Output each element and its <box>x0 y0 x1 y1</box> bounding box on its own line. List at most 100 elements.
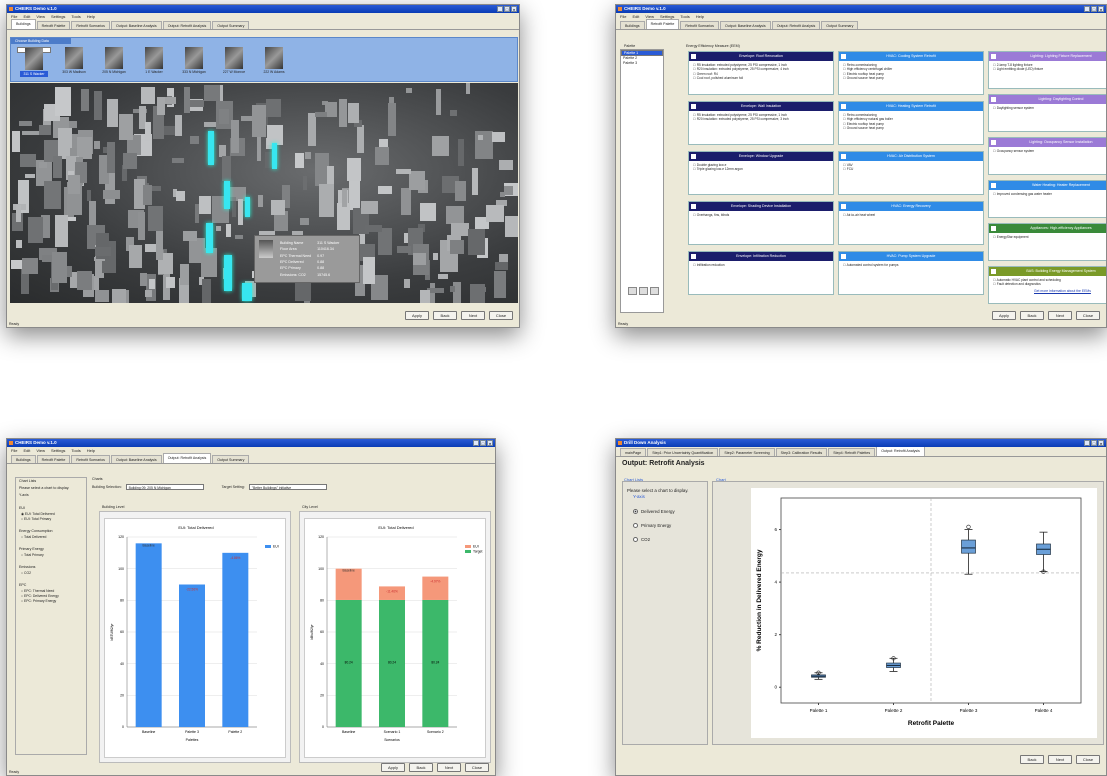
tab[interactable]: Retrofit Palette <box>645 19 680 29</box>
menu-item[interactable]: Settings <box>51 447 65 454</box>
minimize-icon[interactable]: _ <box>1084 6 1090 12</box>
button[interactable]: Apply <box>381 763 405 772</box>
radio-option[interactable]: ○ Total Primary <box>16 553 86 558</box>
tab[interactable]: Step3: Calibration Results <box>775 448 828 456</box>
button[interactable]: Back <box>433 311 457 320</box>
eem-item[interactable]: ☐ R20 insulation: extruded polystyrene, … <box>693 117 829 121</box>
button[interactable]: Close <box>1076 755 1100 764</box>
tab[interactable]: Output Summary <box>212 21 250 29</box>
copy-palette-button[interactable] <box>639 287 648 295</box>
eem-item[interactable]: ☐ Occupancy sensor system <box>993 149 1106 153</box>
tab[interactable]: mainPage <box>620 448 647 456</box>
tab[interactable]: Retrofit Scenarios <box>680 21 719 29</box>
radio-option[interactable]: Primary Energy <box>633 523 707 528</box>
tab[interactable]: Retrofit Scenarios <box>71 455 110 463</box>
highlighted-building[interactable] <box>242 283 252 301</box>
eem-item[interactable]: ☐ EnergyStar equipment <box>993 235 1106 239</box>
building-thumb[interactable]: 303 W Madison <box>57 47 91 74</box>
eem-item[interactable]: ☐ Light emitting diode (LED) fixture <box>993 67 1106 71</box>
eem-item[interactable]: ☐ Fault detection and diagnostics <box>993 282 1106 286</box>
tab[interactable]: Output: Retrofit Analysis <box>162 21 212 29</box>
radio-icon[interactable] <box>633 509 638 514</box>
tab[interactable]: Step1: Prior Uncertainty Quantification <box>647 448 719 456</box>
button[interactable]: Next <box>437 763 461 772</box>
menu-item[interactable]: View <box>36 447 45 454</box>
building-thumb[interactable]: 311 S Wacker <box>17 47 51 77</box>
building-thumb[interactable]: 222 W Adams <box>257 47 291 74</box>
menu-item[interactable]: Settings <box>51 13 65 20</box>
highlighted-building[interactable] <box>208 131 214 165</box>
target-select[interactable]: "Better Buildings" initiative <box>248 484 327 490</box>
eem-item[interactable]: ☐ Infiltration reduction <box>693 263 829 267</box>
tab[interactable]: Buildings <box>11 19 36 29</box>
menu-item[interactable]: Help <box>87 13 95 20</box>
building-thumb[interactable]: 227 W Monroe <box>217 47 251 74</box>
tab[interactable]: Step4: Retrofit Palettes <box>828 448 876 456</box>
highlighted-building[interactable] <box>224 181 230 209</box>
tab[interactable]: Output: Retrofit Analysis <box>162 453 212 463</box>
tab[interactable]: Output: Retrofit Analysis <box>876 446 925 456</box>
tab[interactable]: Retrofit Palette <box>36 455 71 463</box>
highlighted-building[interactable] <box>224 255 232 291</box>
tab[interactable]: Output: Baseline Analysis <box>110 21 162 29</box>
maximize-icon[interactable]: □ <box>480 440 486 446</box>
eem-item[interactable]: ☐ FCU <box>843 167 979 171</box>
button[interactable]: Next <box>1048 311 1072 320</box>
tab[interactable]: Output: Baseline Analysis <box>110 455 162 463</box>
radio-option[interactable]: CO2 <box>633 537 707 542</box>
tab[interactable]: Buildings <box>620 21 645 29</box>
radio-icon[interactable] <box>633 523 638 528</box>
close-icon[interactable]: × <box>1098 440 1104 446</box>
menu-item[interactable]: Tools <box>71 13 80 20</box>
close-icon[interactable]: × <box>511 6 517 12</box>
menu-item[interactable]: Edit <box>632 13 639 20</box>
eem-item[interactable]: ☐ Cool roof, polished aluminum foil <box>693 76 829 80</box>
building-thumb[interactable]: 333 N Michigan <box>177 47 211 74</box>
maximize-icon[interactable]: □ <box>1091 6 1097 12</box>
menu-item[interactable]: Tools <box>71 447 80 454</box>
close-icon[interactable]: × <box>487 440 493 446</box>
eem-item[interactable]: ☐ Triple glazing low-e 12mm argon <box>693 167 829 171</box>
add-palette-button[interactable] <box>628 287 637 295</box>
radio-option[interactable]: ○ EPC: Primary Energy <box>16 599 86 604</box>
delete-palette-button[interactable] <box>650 287 659 295</box>
menu-item[interactable]: Help <box>696 13 704 20</box>
palette-item[interactable]: Palette 3 <box>621 61 663 66</box>
button[interactable]: Next <box>461 311 485 320</box>
eem-item[interactable]: ☐ Overhangs, fins, blinds <box>693 213 829 217</box>
button[interactable]: Close <box>489 311 513 320</box>
tab[interactable]: Output Summary <box>212 455 250 463</box>
tab[interactable]: Retrofit Palette <box>36 21 71 29</box>
radio-option[interactable]: ○ Total Delivered <box>16 535 86 540</box>
button[interactable]: Back <box>409 763 433 772</box>
highlighted-building[interactable] <box>245 197 250 217</box>
building-thumb[interactable]: 205 N Michigan <box>97 47 131 74</box>
radio-option[interactable]: ○ CO2 <box>16 571 86 576</box>
button[interactable]: Back <box>1020 755 1044 764</box>
menu-item[interactable]: Help <box>87 447 95 454</box>
menu-item[interactable]: Tools <box>680 13 689 20</box>
menu-item[interactable]: File <box>620 13 626 20</box>
tab[interactable]: Output: Baseline Analysis <box>719 21 771 29</box>
button[interactable]: Apply <box>405 311 429 320</box>
eem-item[interactable]: ☐ Daylighting sensor system <box>993 106 1106 110</box>
eem-info-link[interactable]: Get more information about the EEMs <box>1034 289 1091 293</box>
building-thumb[interactable]: 1 E Wacker <box>137 47 171 74</box>
tab[interactable]: Output Summary <box>821 21 859 29</box>
eem-item[interactable]: ☐ Ground source heat pump <box>843 76 979 80</box>
menu-item[interactable]: Edit <box>23 447 30 454</box>
tab[interactable]: Buildings <box>11 455 36 463</box>
maximize-icon[interactable]: □ <box>1091 440 1097 446</box>
building-select[interactable]: Building 09: 205 N Michigan <box>125 484 204 490</box>
radio-icon[interactable] <box>633 537 638 542</box>
button[interactable]: Back <box>1020 311 1044 320</box>
button[interactable]: Close <box>1076 311 1100 320</box>
maximize-icon[interactable]: □ <box>504 6 510 12</box>
button[interactable]: Next <box>1048 755 1072 764</box>
eem-item[interactable]: ☐ Improved condensing gas water heater <box>993 192 1106 196</box>
radio-option[interactable]: ○ EUI: Total Primary <box>16 517 86 522</box>
tab[interactable]: Step2: Parameter Screening <box>719 448 775 456</box>
eem-item[interactable]: ☐ Ground source heat pump <box>843 126 979 130</box>
minimize-icon[interactable]: _ <box>473 440 479 446</box>
menu-item[interactable]: File <box>11 447 17 454</box>
